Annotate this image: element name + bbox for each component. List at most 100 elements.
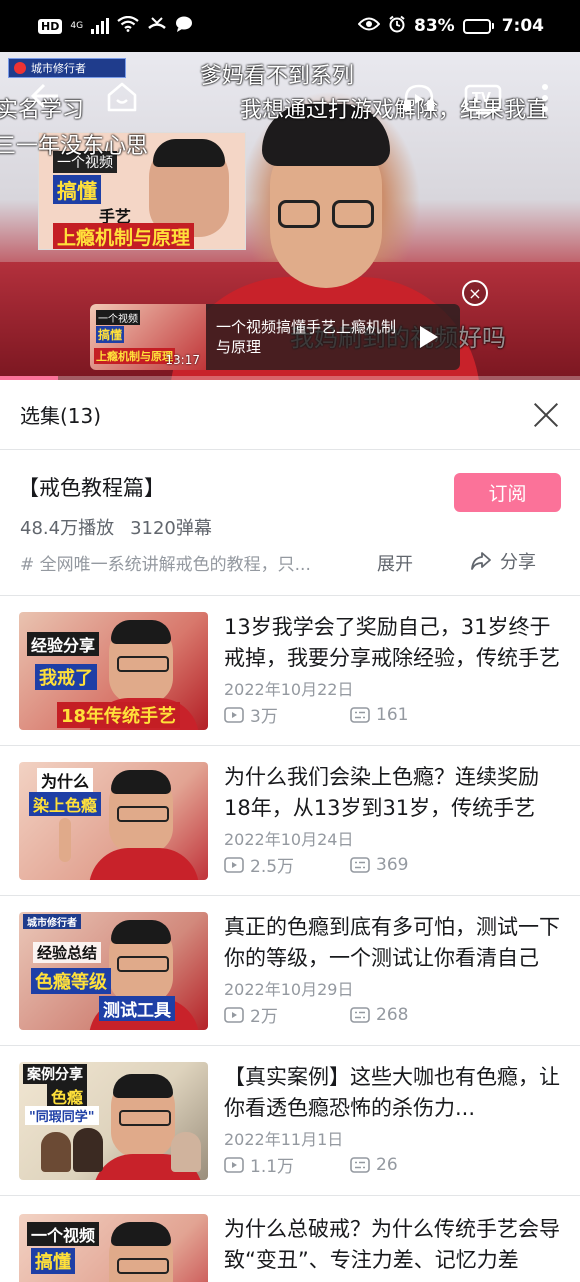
play-icon[interactable]	[408, 316, 450, 358]
thumb-person	[73, 1128, 103, 1172]
views-stat: 1.1万	[224, 1152, 350, 1177]
episode-meta: 1.1万 26	[224, 1152, 398, 1177]
thumb-tag: 我戒了	[35, 664, 97, 690]
episode-meta: 3万 161	[224, 702, 408, 727]
danmaku-icon	[350, 1006, 370, 1023]
episode-title: 【真实案例】这些大咖也有色瘾，让你看透色瘾恐怖的杀伤力...	[224, 1065, 560, 1120]
channel-watermark: 城市修行者	[8, 58, 126, 78]
thumb-tag: 经验总结	[33, 942, 102, 963]
season-description: # 全网唯一系统讲解戒色的教程，只...	[20, 555, 311, 575]
episode-title: 为什么总破戒？为什么传统手艺会导致“变丑”、专注力差、记忆力差	[224, 1217, 560, 1272]
season-plays: 48.4万播放	[20, 518, 115, 539]
play-count-icon	[224, 856, 244, 873]
list-item[interactable]: 一个视频 搞懂 为什么总破戒？为什么传统手艺会导致“变丑”、专注力差、记忆力差	[0, 1196, 580, 1282]
finger-graphic	[59, 818, 71, 862]
recommend-title: 一个视频搞懂手艺上瘾机制与原理	[216, 318, 397, 356]
wifi-icon	[117, 15, 139, 37]
hd-badge: HD	[38, 18, 63, 34]
signal-icon	[91, 18, 110, 34]
battery-percent: 83%	[414, 16, 455, 36]
more-options-icon[interactable]	[540, 82, 550, 118]
episode-thumbnail: 城市修行者 经验总结 色瘾等级 测试工具	[19, 912, 208, 1030]
overlay-card-strip: 上瘾机制与原理	[53, 223, 195, 249]
video-person-glasses	[278, 200, 376, 230]
subscribe-button[interactable]: 订阅	[454, 473, 561, 512]
close-icon[interactable]	[532, 401, 560, 429]
tv-cast-label: TV	[472, 91, 491, 106]
list-item[interactable]: 为什么 染上色瘾 为什么我们会染上色瘾？连续奖励18年，从13岁到31岁，传统手…	[0, 746, 580, 896]
play-count-icon	[224, 706, 244, 723]
season-stats: 48.4万播放 3120弹幕	[20, 514, 212, 540]
thumb-person	[41, 1132, 71, 1172]
thumb-tag: 18年传统手艺	[57, 702, 181, 728]
battery-icon	[462, 18, 494, 34]
list-item[interactable]: 经验分享 我戒了 18年传统手艺 13岁我学会了奖励自己，31岁终于戒掉，我要分…	[0, 596, 580, 746]
recommend-thumb-tag: 上瘾机制与原理	[94, 348, 175, 364]
tv-cast-button[interactable]: TV	[464, 82, 502, 120]
progress-fill	[0, 376, 58, 380]
danmaku-icon	[350, 1156, 370, 1173]
status-right: 83% 7:04	[357, 15, 544, 38]
danmaku-count: 161	[376, 704, 409, 725]
views-count: 2万	[250, 1007, 278, 1027]
danmaku-icon	[350, 706, 370, 723]
close-recommend-button[interactable]: ×	[462, 280, 488, 306]
thumb-tag: 色瘾等级	[31, 968, 111, 994]
episode-meta: 2.5万 369	[224, 852, 408, 877]
danmaku-stat: 268	[350, 1005, 408, 1025]
views-stat: 2万	[224, 1002, 350, 1027]
views-stat: 3万	[224, 702, 350, 727]
episode-date: 2022年10月24日	[224, 830, 354, 849]
danmaku-count: 369	[376, 854, 409, 875]
thumb-tag: 一个视频	[27, 1222, 100, 1246]
thumb-tag: 城市修行者	[23, 914, 81, 929]
list-item[interactable]: 城市修行者 经验总结 色瘾等级 测试工具 真正的色瘾到底有多可怕，测试一下你的等…	[0, 896, 580, 1046]
thumb-tag: 经验分享	[27, 632, 100, 656]
home-icon[interactable]	[106, 81, 138, 117]
thumb-person	[171, 1132, 201, 1172]
status-bar: HD 4G 83% 7:04	[0, 0, 580, 52]
danmaku-count: 268	[376, 1004, 409, 1025]
thumb-tag: "同瑕同学"	[25, 1106, 99, 1125]
episode-thumbnail: 一个视频 搞懂	[19, 1214, 208, 1282]
views-stat: 2.5万	[224, 852, 350, 877]
audio-mode-icon[interactable]	[402, 82, 436, 118]
danmaku-stat: 161	[350, 705, 408, 725]
message-icon	[175, 16, 193, 37]
views-count: 1.1万	[250, 1157, 295, 1177]
play-count-icon	[224, 1156, 244, 1173]
network-type: 4G	[70, 20, 84, 31]
thumb-tag: 搞懂	[31, 1248, 75, 1274]
episode-date: 2022年10月22日	[224, 680, 354, 699]
recommend-thumb-tag: 搞懂	[96, 326, 125, 343]
share-label: 分享	[500, 552, 536, 573]
episode-thumbnail: 为什么 染上色瘾	[19, 762, 208, 880]
list-item[interactable]: 案例分享 色瘾 "同瑕同学" 【真实案例】这些大咖也有色瘾，让你看透色瘾恐怖的杀…	[0, 1046, 580, 1196]
thumb-tag: 为什么	[37, 768, 94, 792]
danmaku-stat: 369	[350, 855, 408, 875]
danmaku-stat: 26	[350, 1155, 398, 1175]
recommend-duration: 13:17	[165, 353, 200, 367]
episode-date: 2022年10月29日	[224, 980, 354, 999]
danmaku-icon	[350, 856, 370, 873]
video-progress-bar[interactable]	[0, 376, 580, 380]
back-arrow-icon[interactable]	[30, 82, 60, 114]
status-left: HD 4G	[38, 15, 193, 37]
missed-call-icon	[147, 16, 167, 37]
share-button[interactable]: 分享	[470, 548, 536, 574]
eye-icon	[357, 16, 381, 36]
thumb-tag: 色瘾	[47, 1084, 88, 1108]
play-count-icon	[224, 1006, 244, 1023]
thumb-tag: 案例分享	[23, 1064, 87, 1084]
expand-link[interactable]: 展开	[377, 550, 413, 576]
episode-panel-header: 选集(13)	[0, 380, 580, 450]
recommend-video-card[interactable]: 一个视频 搞懂 上瘾机制与原理 13:17 一个视频搞懂手艺上瘾机制与原理	[90, 304, 460, 370]
thumb-tag: 测试工具	[99, 996, 175, 1021]
panel-title: 选集(13)	[20, 404, 102, 428]
share-icon	[471, 552, 491, 570]
video-player[interactable]: 城市修行者 一个视频 搞懂 手艺 上瘾机制与原理 爹妈看不到系列 实名学习 我想…	[0, 52, 580, 380]
episode-title: 真正的色瘾到底有多可怕，测试一下你的等级，一个测试让你看清自己	[224, 915, 560, 970]
episode-meta: 2万 268	[224, 1002, 408, 1027]
danmaku-comment: 三一年没东心思	[0, 134, 149, 159]
danmaku-count: 26	[376, 1154, 398, 1175]
